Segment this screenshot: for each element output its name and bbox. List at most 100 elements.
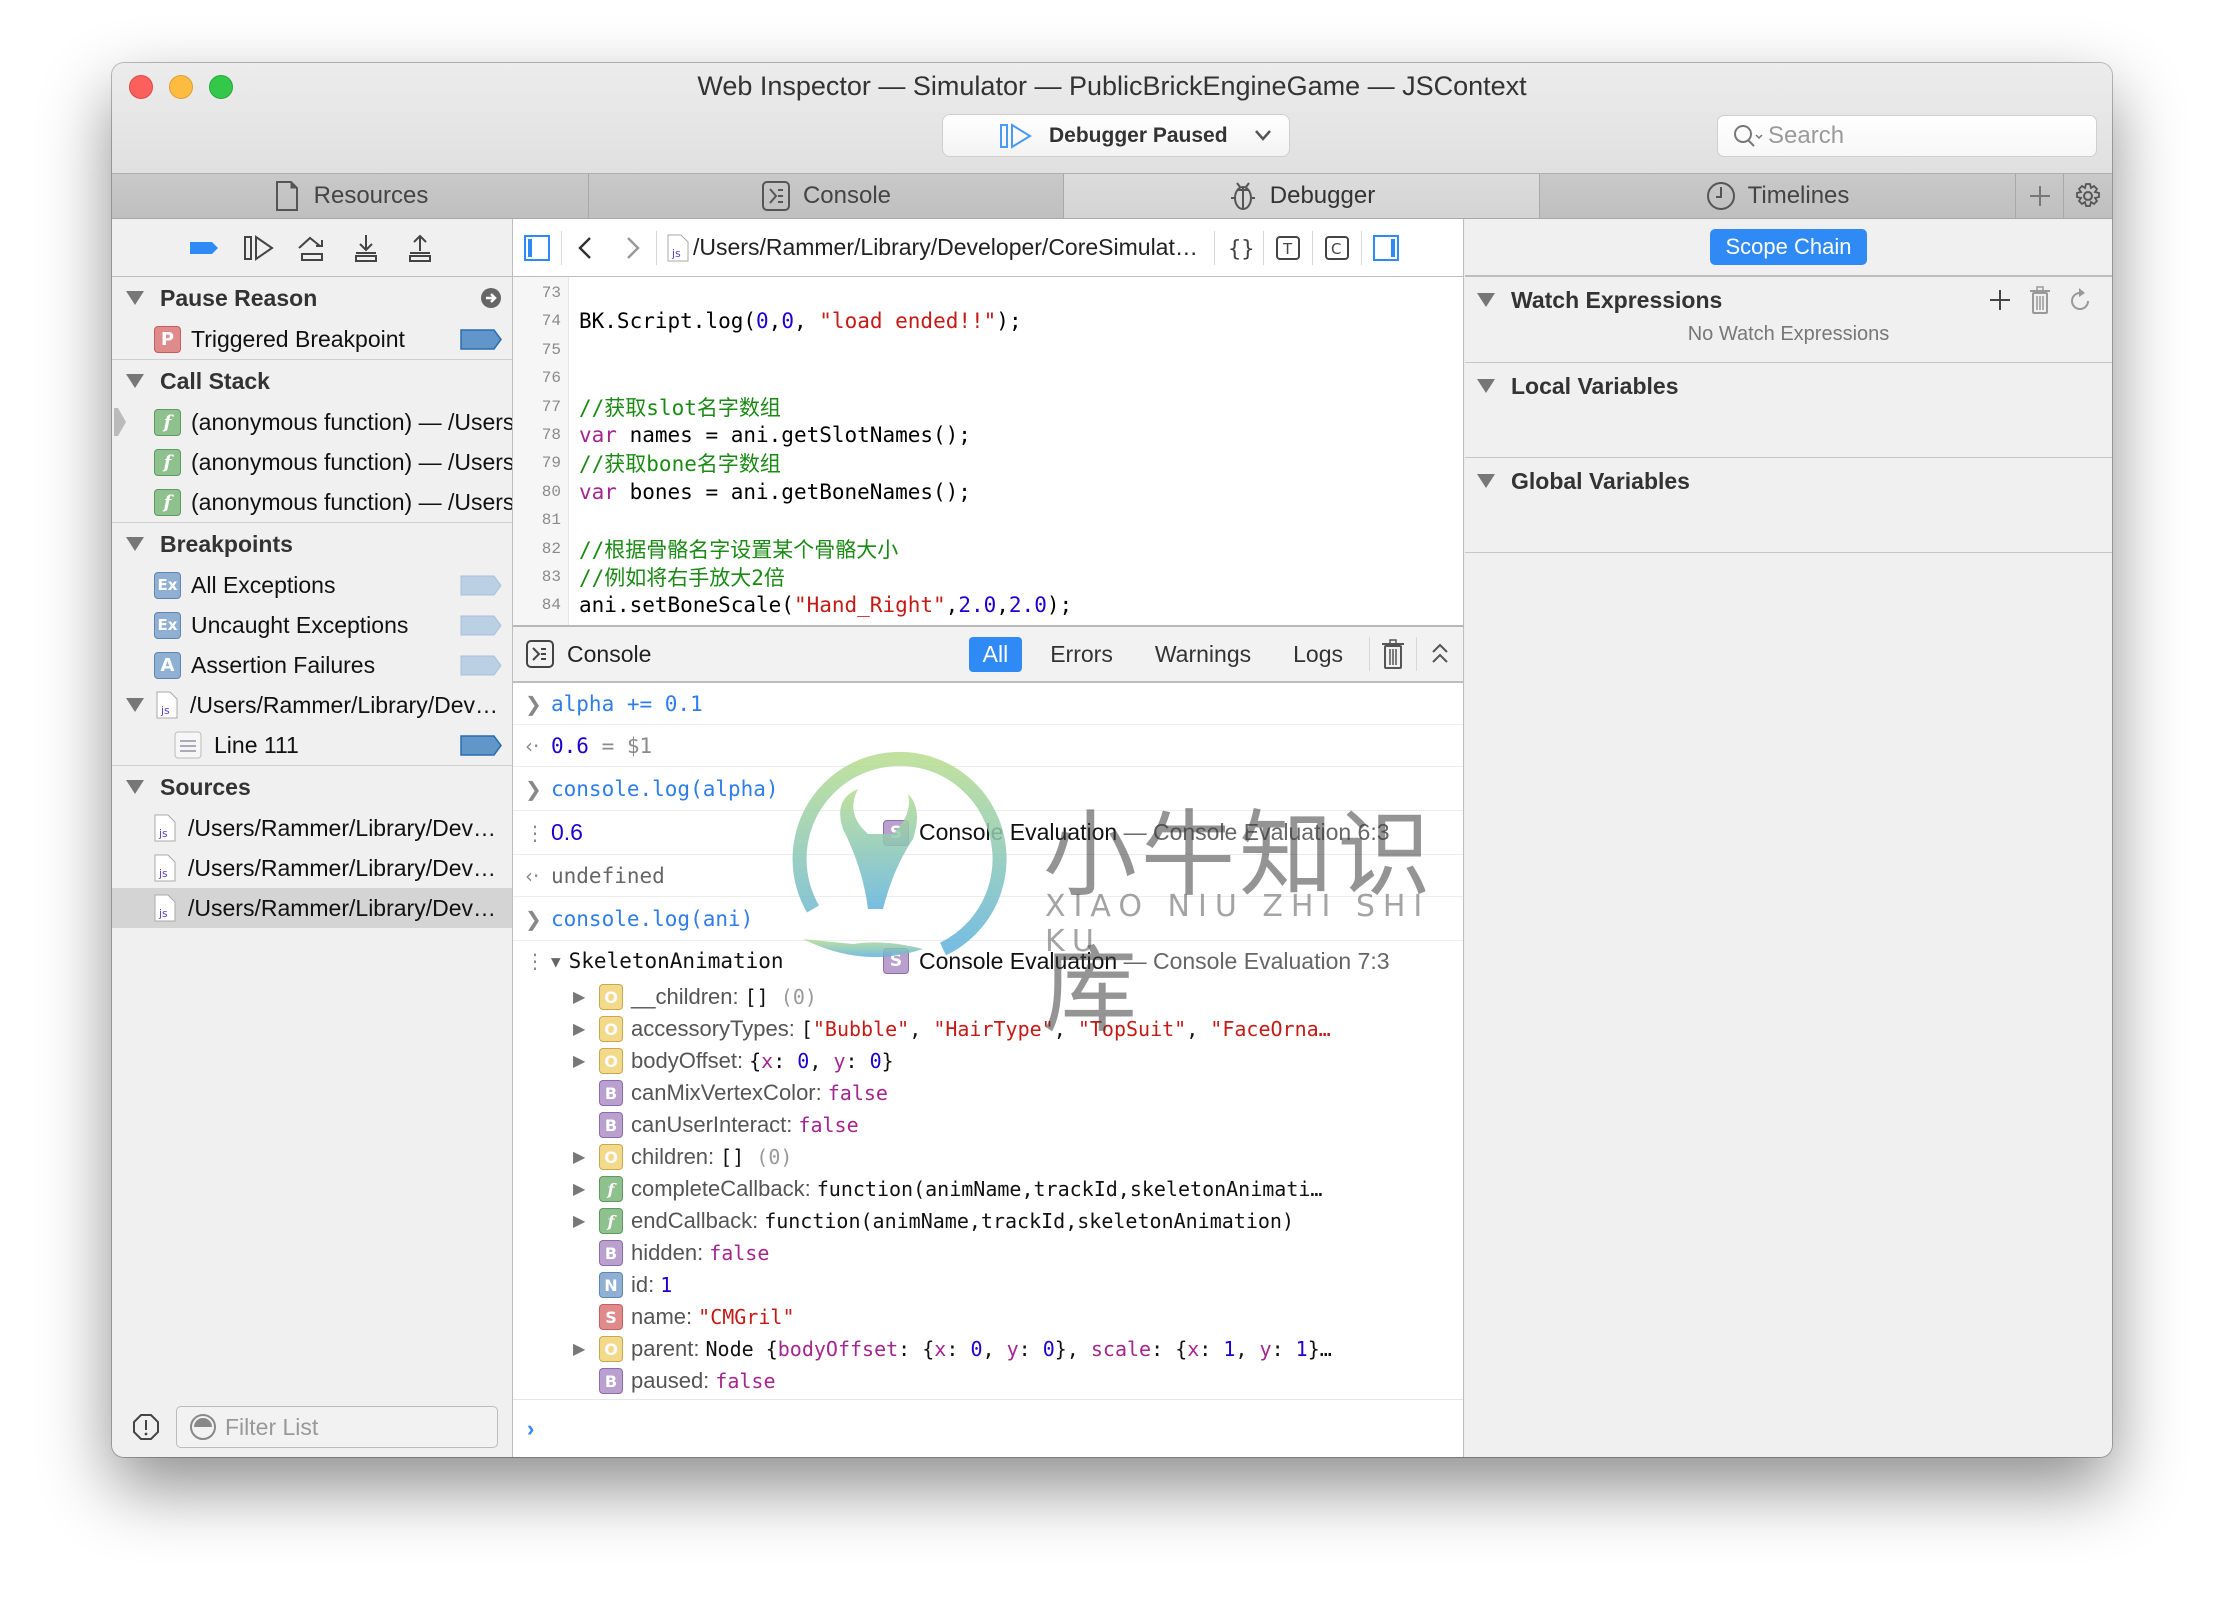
file-path-breadcrumb[interactable]: /Users/Rammer/Library/Developer/CoreSimu…: [693, 234, 1198, 261]
object-property[interactable]: Sname: "CMGril": [513, 1301, 1463, 1333]
trash-icon[interactable]: [1380, 638, 1406, 670]
object-property[interactable]: ▶ OaccessoryTypes: ["Bubble", "HairType", …: [513, 1013, 1463, 1045]
console-input-message[interactable]: ❯ alpha += 0.1: [513, 683, 1463, 725]
code-line[interactable]: 85: [513, 620, 579, 626]
console-result-message[interactable]: ‹· 0.6 = $1: [513, 725, 1463, 767]
console-result-message[interactable]: ‹· undefined: [513, 855, 1463, 897]
object-property[interactable]: ▶ Ochildren:[] (0): [513, 1141, 1463, 1173]
filter-field[interactable]: [176, 1406, 498, 1448]
breakpoint-all-exceptions[interactable]: Ex All Exceptions: [112, 565, 512, 605]
debugger-status-dropdown[interactable]: Debugger Paused: [942, 114, 1290, 157]
source-location-link[interactable]: S Console Evaluation — Console Evaluatio…: [883, 948, 1390, 975]
line-number[interactable]: 82: [513, 540, 561, 558]
search-field[interactable]: [1717, 115, 2097, 157]
filter-list-input[interactable]: [225, 1413, 485, 1441]
global-variables-header[interactable]: Global Variables: [1465, 458, 2112, 504]
console-prompt-input[interactable]: [544, 1416, 1425, 1441]
continue-icon[interactable]: [242, 233, 274, 263]
call-frame[interactable]: f (anonymous function) — /Users/Rammer/: [112, 442, 512, 482]
line-number[interactable]: 78: [513, 426, 561, 444]
console-prompt[interactable]: ›: [513, 1399, 1463, 1457]
expand-triangle-icon[interactable]: ▼: [551, 952, 561, 971]
line-number[interactable]: 76: [513, 369, 561, 387]
tab-console[interactable]: Console: [589, 174, 1064, 218]
collapse-console-icon[interactable]: [1427, 638, 1453, 670]
search-input[interactable]: [1768, 122, 2068, 150]
line-number[interactable]: 73: [513, 284, 561, 302]
code-line[interactable]: 84 ani.setBoneScale("Hand_Right",2.0,2.0)…: [513, 591, 1072, 619]
exceptions-filter-icon[interactable]: [132, 1413, 160, 1441]
new-tab-button[interactable]: [2016, 174, 2064, 218]
breakpoint-file[interactable]: js /Users/Rammer/Library/Dev…: [112, 685, 512, 725]
code-line[interactable]: 76: [513, 364, 579, 392]
code-line[interactable]: 77 //获取slot名字数组: [513, 393, 781, 421]
step-out-icon[interactable]: [404, 233, 436, 263]
source-location-link[interactable]: S Console Evaluation — Console Evaluatio…: [883, 819, 1390, 846]
pretty-print-icon[interactable]: {}: [1225, 233, 1253, 263]
code-line[interactable]: 79 //获取bone名字数组: [513, 449, 781, 477]
line-number[interactable]: 75: [513, 341, 561, 359]
disclosure-triangle-icon[interactable]: [126, 698, 144, 712]
object-property[interactable]: BcanMixVertexColor: false: [513, 1077, 1463, 1109]
console-input-message[interactable]: ❯ console.log(ani): [513, 897, 1463, 941]
expand-triangle-icon[interactable]: ▶: [573, 1147, 599, 1167]
breakpoints-header[interactable]: Breakpoints: [112, 523, 512, 565]
expand-triangle-icon[interactable]: ▶: [573, 1211, 599, 1231]
object-property[interactable]: Bhidden: false: [513, 1237, 1463, 1269]
line-number[interactable]: 74: [513, 312, 561, 330]
filter-errors[interactable]: Errors: [1036, 637, 1127, 672]
object-property[interactable]: ▶ ObodyOffset: {x: 0, y: 0}: [513, 1045, 1463, 1077]
console-messages[interactable]: ❯ alpha += 0.1 ‹· 0.6 = $1 ❯ console.log…: [513, 683, 1463, 1403]
add-watch-icon[interactable]: [1986, 285, 2014, 315]
pause-reason-header[interactable]: Pause Reason: [112, 277, 512, 319]
code-line[interactable]: 81: [513, 506, 579, 534]
step-over-icon[interactable]: [296, 233, 328, 263]
tab-debugger[interactable]: Debugger: [1064, 174, 1540, 218]
line-number[interactable]: 83: [513, 568, 561, 586]
object-property[interactable]: BcanUserInteract: false: [513, 1109, 1463, 1141]
console-log-message[interactable]: ⋮ 0.6 S Console Evaluation — Console Eva…: [513, 811, 1463, 855]
source-file[interactable]: js /Users/Rammer/Library/Dev…: [112, 808, 512, 848]
code-line[interactable]: 80 var bones = ani.getBoneNames();: [513, 478, 971, 506]
source-file[interactable]: js /Users/Rammer/Library/Dev…: [112, 848, 512, 888]
source-code-editor[interactable]: 73 74 BK.Script.log(0,0, "load ended!!"); 7…: [513, 277, 1463, 627]
breakpoint-assertion-failures[interactable]: A Assertion Failures: [112, 645, 512, 685]
console-input-message[interactable]: ❯ console.log(alpha): [513, 767, 1463, 811]
call-frame[interactable]: f (anonymous function) — /Users/Rammer/: [112, 482, 512, 522]
call-frame[interactable]: f (anonymous function) — /Users/Rammer/: [112, 402, 512, 442]
type-profiler-icon[interactable]: T: [1274, 233, 1302, 263]
pause-reason-item[interactable]: P Triggered Breakpoint: [112, 319, 512, 359]
clear-watch-icon[interactable]: [2026, 285, 2054, 315]
filter-all[interactable]: All: [968, 636, 1023, 672]
code-line[interactable]: 83 //例如将右手放大2倍: [513, 563, 785, 591]
object-property[interactable]: ▶ Oparent: Node {bodyOffset: {x: 0, y: 0},…: [513, 1333, 1463, 1365]
local-variables-header[interactable]: Local Variables: [1465, 363, 2112, 409]
breakpoint-flag-icon[interactable]: [460, 735, 502, 756]
code-line[interactable]: 78 var names = ani.getSlotNames();: [513, 421, 971, 449]
breakpoint-line[interactable]: Line 111: [112, 725, 512, 765]
call-stack-header[interactable]: Call Stack: [112, 360, 512, 402]
step-into-icon[interactable]: [350, 233, 382, 263]
breakpoint-flag-icon[interactable]: [460, 329, 502, 350]
toggle-navigation-sidebar-icon[interactable]: [523, 233, 551, 263]
breakpoint-flag-icon[interactable]: [460, 655, 502, 676]
console-object-message[interactable]: ⋮ ▼ SkeletonAnimation S Console Evaluati…: [513, 941, 1463, 981]
filter-warnings[interactable]: Warnings: [1141, 637, 1265, 672]
settings-tab-button[interactable]: [2064, 174, 2112, 218]
expand-triangle-icon[interactable]: ▶: [573, 1339, 599, 1359]
scope-chain-tab[interactable]: Scope Chain: [1709, 229, 1868, 265]
code-coverage-icon[interactable]: C: [1323, 233, 1351, 263]
code-line[interactable]: 75: [513, 336, 579, 364]
tab-resources[interactable]: Resources: [112, 174, 589, 218]
breakpoint-uncaught-exceptions[interactable]: Ex Uncaught Exceptions: [112, 605, 512, 645]
object-property[interactable]: ▶ O __children:[] (0): [513, 981, 1463, 1013]
line-number[interactable]: 84: [513, 596, 561, 614]
line-number[interactable]: 79: [513, 454, 561, 472]
sources-header[interactable]: Sources: [112, 766, 512, 808]
code-line[interactable]: 74 BK.Script.log(0,0, "load ended!!");: [513, 307, 1022, 335]
refresh-watch-icon[interactable]: [2066, 285, 2094, 315]
toggle-details-sidebar-icon[interactable]: [1372, 233, 1400, 263]
source-file-selected[interactable]: js /Users/Rammer/Library/Dev…: [112, 888, 512, 928]
code-line[interactable]: 73: [513, 279, 579, 307]
expand-triangle-icon[interactable]: ▶: [573, 1051, 599, 1071]
